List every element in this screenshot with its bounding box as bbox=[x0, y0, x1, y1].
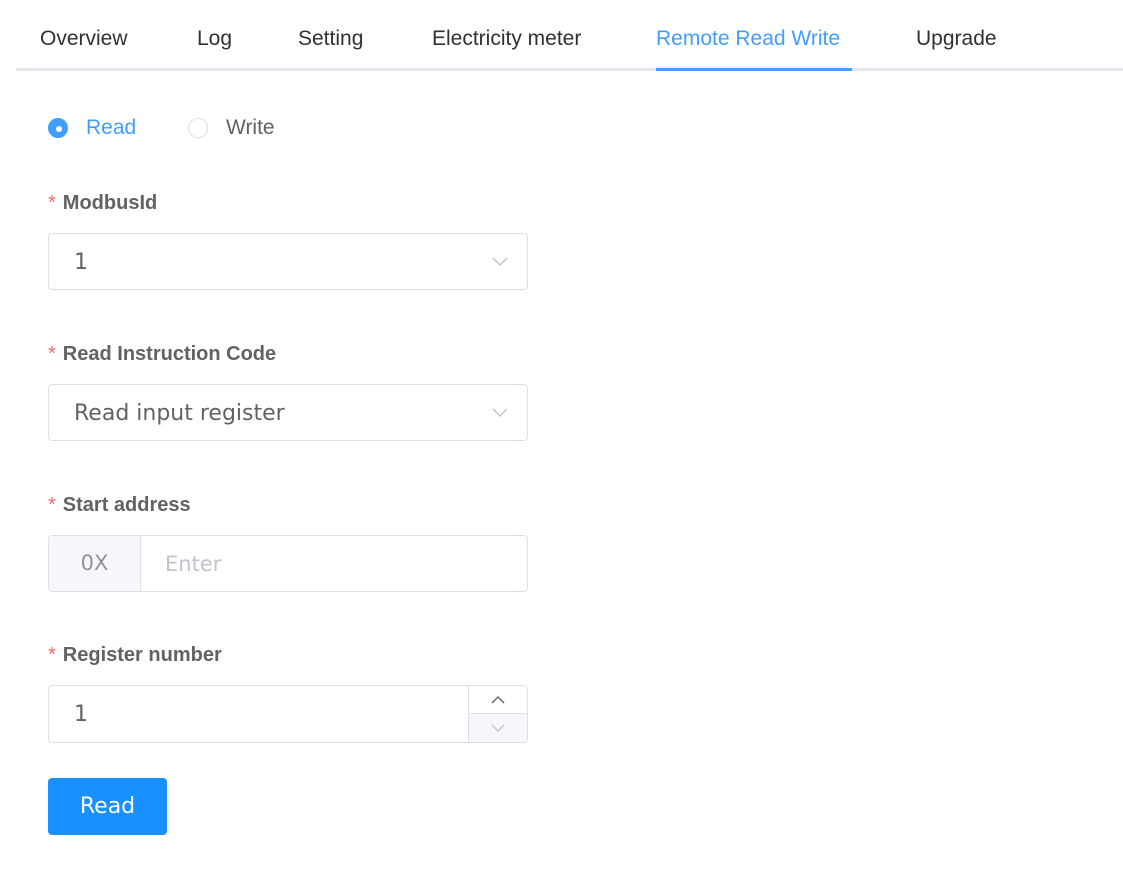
tab-bar: Overview Log Setting Electricity meter R… bbox=[16, 0, 1123, 71]
register-number-label: * Register number bbox=[48, 644, 222, 667]
start-address-label-text: Start address bbox=[62, 494, 191, 516]
radio-write[interactable]: Write bbox=[188, 112, 275, 144]
tab-log[interactable]: Log bbox=[197, 0, 232, 71]
start-address-prefix: 0X bbox=[49, 536, 141, 591]
read-button[interactable]: Read bbox=[48, 778, 167, 835]
tab-remote-read-write[interactable]: Remote Read Write bbox=[656, 0, 840, 71]
start-address-group: 0X bbox=[48, 535, 528, 592]
tab-overview[interactable]: Overview bbox=[40, 0, 128, 71]
radio-read-label[interactable]: Read bbox=[86, 116, 136, 140]
radio-read[interactable]: Read bbox=[48, 112, 136, 144]
tab-upgrade[interactable]: Upgrade bbox=[916, 0, 997, 71]
instruction-code-value: Read input register bbox=[74, 401, 285, 426]
modbus-id-select[interactable]: 1 bbox=[48, 233, 528, 290]
decrement-button[interactable] bbox=[469, 714, 527, 742]
modbus-id-label-text: ModbusId bbox=[62, 192, 158, 214]
radio-write-label[interactable]: Write bbox=[226, 116, 275, 140]
instruction-code-select[interactable]: Read input register bbox=[48, 384, 528, 441]
chevron-up-icon bbox=[491, 696, 505, 704]
required-mark: * bbox=[48, 644, 56, 666]
modbus-id-label: * ModbusId bbox=[48, 192, 157, 215]
modbus-id-value: 1 bbox=[74, 250, 88, 275]
start-address-label: * Start address bbox=[48, 494, 191, 517]
required-mark: * bbox=[48, 343, 56, 365]
radio-write-indicator[interactable] bbox=[188, 118, 208, 138]
instruction-code-label: * Read Instruction Code bbox=[48, 343, 276, 366]
required-mark: * bbox=[48, 192, 56, 214]
remote-read-write-page: Overview Log Setting Electricity meter R… bbox=[0, 0, 1123, 885]
required-mark: * bbox=[48, 494, 56, 516]
chevron-down-icon bbox=[492, 257, 508, 267]
chevron-down-icon bbox=[491, 724, 505, 732]
instruction-code-label-text: Read Instruction Code bbox=[62, 343, 277, 365]
register-number-stepper bbox=[468, 686, 527, 742]
increment-button[interactable] bbox=[469, 686, 527, 714]
active-tab-indicator bbox=[656, 68, 852, 71]
radio-read-indicator[interactable] bbox=[48, 118, 68, 138]
chevron-down-icon bbox=[492, 408, 508, 418]
register-number-value[interactable]: 1 bbox=[74, 686, 88, 744]
tab-setting[interactable]: Setting bbox=[298, 0, 363, 71]
register-number-label-text: Register number bbox=[62, 644, 222, 666]
start-address-input[interactable] bbox=[141, 536, 527, 591]
register-number-input[interactable]: 1 bbox=[48, 685, 528, 743]
tab-electricity-meter[interactable]: Electricity meter bbox=[432, 0, 581, 71]
